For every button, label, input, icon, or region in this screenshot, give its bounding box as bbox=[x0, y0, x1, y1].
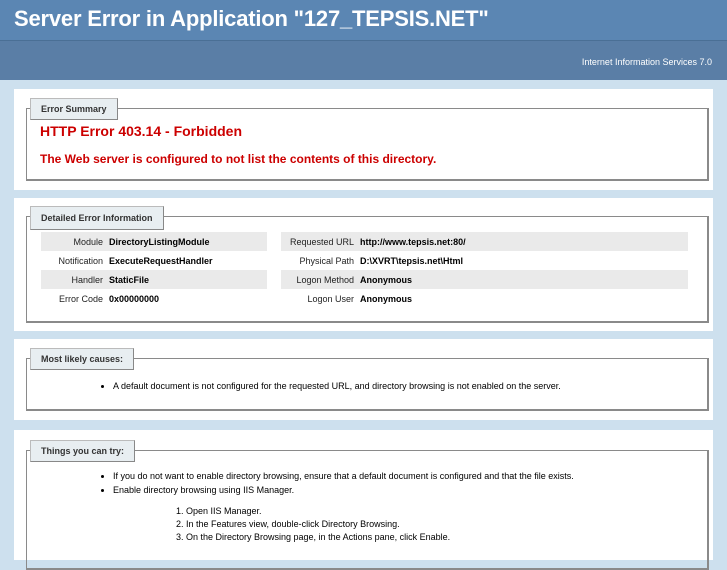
list-item: If you do not want to enable directory b… bbox=[113, 471, 574, 481]
key: Notification bbox=[58, 255, 103, 266]
header-band: Internet Information Services 7.0 bbox=[0, 41, 727, 80]
table-row: Error Code 0x00000000 bbox=[41, 289, 267, 308]
list-item: Enable directory browsing using IIS Mana… bbox=[113, 485, 574, 495]
legend: Most likely causes: bbox=[30, 348, 135, 370]
error-summary-panel: Error Summary HTTP Error 403.14 - Forbid… bbox=[14, 89, 713, 190]
header: Server Error in Application "127_TEPSIS.… bbox=[0, 0, 727, 41]
value: D:\XVRT\tepsis.net\Html bbox=[360, 255, 464, 266]
details-table-right: Requested URL http://www.tepsis.net:80/ P… bbox=[281, 232, 688, 308]
list-item: Open IIS Manager. bbox=[186, 506, 450, 516]
key: Logon User bbox=[307, 293, 354, 304]
legend: Error Summary bbox=[30, 98, 118, 120]
value: Anonymous bbox=[360, 293, 413, 304]
key: Module bbox=[41, 232, 106, 251]
value: StaticFile bbox=[106, 270, 267, 289]
value: DirectoryListingModule bbox=[106, 232, 267, 251]
server-name: Internet Information Services 7.0 bbox=[581, 57, 712, 67]
list-item: A default document is not configured for… bbox=[113, 381, 561, 391]
key: Logon Method bbox=[281, 270, 357, 289]
page-title: Server Error in Application "127_TEPSIS.… bbox=[14, 6, 489, 31]
causes-panel: Most likely causes: A default document i… bbox=[14, 339, 713, 420]
table-row: Handler StaticFile bbox=[41, 270, 267, 289]
error-title: HTTP Error 403.14 - Forbidden bbox=[40, 123, 243, 139]
causes-list: A default document is not configured for… bbox=[113, 381, 561, 395]
list-item: In the Features view, double-click Direc… bbox=[186, 519, 450, 529]
fieldset bbox=[26, 108, 709, 181]
key: Requested URL bbox=[281, 232, 357, 251]
key: Physical Path bbox=[299, 255, 354, 266]
value: 0x00000000 bbox=[109, 293, 160, 304]
table-row: Requested URL http://www.tepsis.net:80/ bbox=[281, 232, 688, 251]
details-table-left: Module DirectoryListingModule Notificatio… bbox=[41, 232, 267, 308]
table-row: Logon User Anonymous bbox=[281, 289, 688, 308]
steps-list: Open IIS Manager. In the Features view, … bbox=[186, 506, 450, 546]
key: Handler bbox=[41, 270, 106, 289]
table-row: Logon Method Anonymous bbox=[281, 270, 688, 289]
list-item: On the Directory Browsing page, in the A… bbox=[186, 532, 450, 542]
table-row: Notification ExecuteRequestHandler bbox=[41, 251, 267, 270]
table-row: Module DirectoryListingModule bbox=[41, 232, 267, 251]
table-row: Physical Path D:\XVRT\tepsis.net\Html bbox=[281, 251, 688, 270]
detailed-error-panel: Detailed Error Information Module Directo… bbox=[14, 198, 713, 331]
try-list: If you do not want to enable directory b… bbox=[113, 471, 574, 499]
key: Error Code bbox=[58, 293, 103, 304]
value: Anonymous bbox=[357, 270, 688, 289]
value: http://www.tepsis.net:80/ bbox=[357, 232, 688, 251]
error-message: The Web server is configured to not list… bbox=[40, 152, 437, 166]
legend: Things you can try: bbox=[30, 440, 136, 462]
things-to-try-panel: Things you can try: If you do not want t… bbox=[14, 430, 713, 570]
value: ExecuteRequestHandler bbox=[109, 255, 213, 266]
legend: Detailed Error Information bbox=[30, 206, 164, 230]
